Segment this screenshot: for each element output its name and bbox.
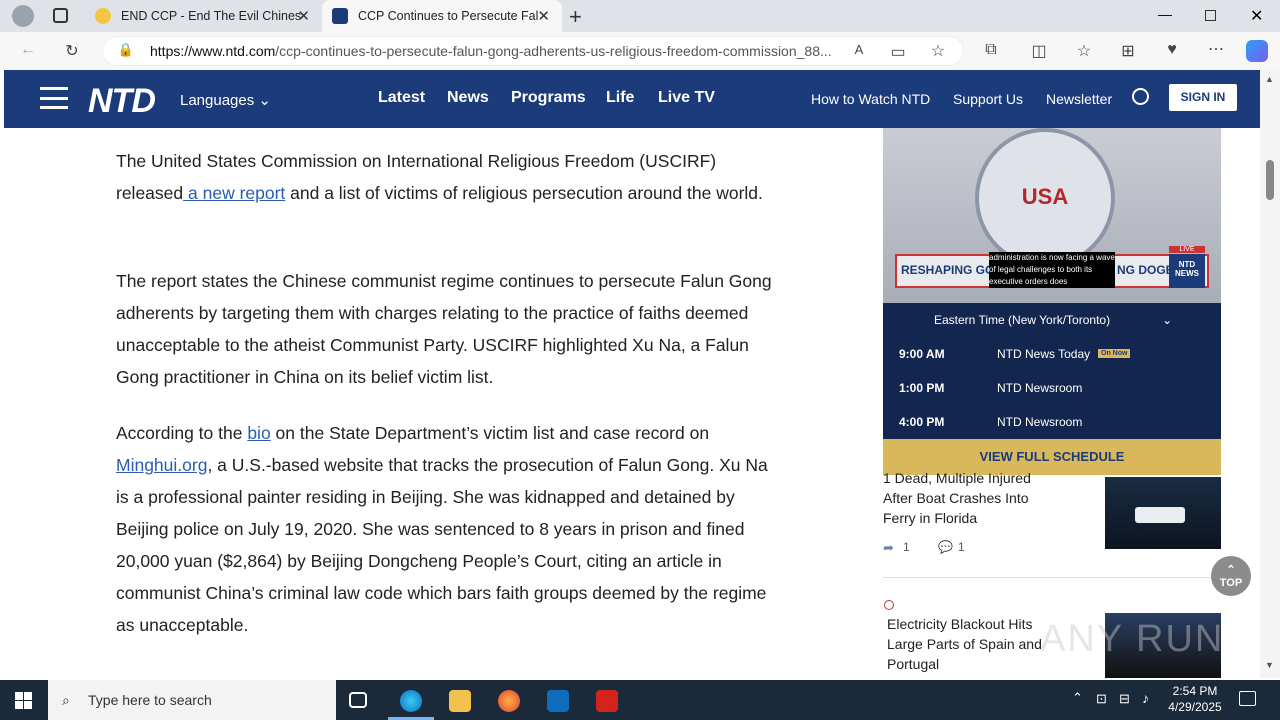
on-now-badge: On Now bbox=[1098, 349, 1131, 358]
share-count: 1 bbox=[903, 540, 910, 554]
windows-start-icon[interactable] bbox=[15, 692, 32, 709]
social-security-seal: USA bbox=[975, 128, 1115, 268]
wifi-icon[interactable]: ⊟ bbox=[1119, 691, 1130, 707]
story-title[interactable]: 1 Dead, Multiple Injured After Boat Cras… bbox=[883, 468, 1053, 528]
tab-title: CCP Continues to Persecute Falu bbox=[358, 9, 538, 23]
tab-title: END CCP - End The Evil Chinese bbox=[121, 9, 301, 23]
chevron-down-icon: ⌄ bbox=[258, 92, 271, 109]
extensions-icon[interactable]: ⧉ bbox=[979, 41, 1003, 59]
close-tab-icon[interactable]: ✕ bbox=[537, 7, 550, 25]
ntd-news-bug: NTD NEWS bbox=[1169, 254, 1205, 288]
divider bbox=[883, 577, 1221, 578]
schedule-show[interactable]: NTD Newsroom bbox=[997, 381, 1082, 395]
languages-menu[interactable]: Languages ⌄ bbox=[180, 91, 271, 109]
live-badge: LIVE bbox=[1169, 246, 1205, 253]
taskbar-search-input[interactable]: ⌕ Type here to search bbox=[48, 680, 336, 720]
live-video-player[interactable]: USA RESHAPING GOV administration is now … bbox=[883, 128, 1221, 303]
minghui-link[interactable]: Minghui.org bbox=[116, 455, 207, 475]
story-title[interactable]: Electricity Blackout Hits Large Parts of… bbox=[887, 614, 1052, 674]
search-icon[interactable] bbox=[1132, 88, 1149, 105]
article-paragraph: According to the bio on the State Depart… bbox=[116, 423, 768, 635]
collections-icon[interactable]: ⊞ bbox=[1116, 41, 1140, 61]
nav-news[interactable]: News bbox=[447, 89, 489, 107]
minimize-button[interactable]: — bbox=[1158, 6, 1172, 22]
caption-text: administration is now facing a wave of l… bbox=[989, 252, 1115, 288]
scroll-down-icon[interactable]: ▼ bbox=[1265, 660, 1274, 670]
favorites-icon[interactable]: ☆ bbox=[1072, 41, 1096, 61]
new-report-link[interactable]: a new report bbox=[183, 183, 285, 203]
schedule-show[interactable]: NTD News Today bbox=[997, 347, 1090, 361]
schedule-row: 1:00 PM bbox=[899, 381, 945, 395]
tab-endccp[interactable]: END CCP - End The Evil Chinese ✕ bbox=[85, 0, 322, 32]
split-screen-icon[interactable]: ◫ bbox=[1027, 41, 1051, 61]
tv-schedule: Eastern Time (New York/Toronto) ⌄ 9:00 AM… bbox=[883, 303, 1221, 439]
anyrun-watermark: ANY RUN bbox=[1040, 618, 1225, 660]
new-tab-button[interactable]: + bbox=[569, 4, 582, 30]
nav-support-us[interactable]: Support Us bbox=[953, 91, 1023, 107]
close-window-button[interactable]: ✕ bbox=[1250, 6, 1263, 26]
article-paragraph: The United States Commission on Internat… bbox=[116, 151, 763, 203]
share-icon[interactable]: ➦ bbox=[883, 540, 894, 556]
schedule-row: 4:00 PM bbox=[899, 415, 945, 429]
bio-link[interactable]: bio bbox=[247, 423, 270, 443]
back-icon[interactable]: ← bbox=[16, 41, 40, 59]
nav-newsletter[interactable]: Newsletter bbox=[1046, 91, 1112, 107]
immersive-reader-icon[interactable]: ▭ bbox=[886, 42, 910, 62]
notifications-icon[interactable] bbox=[1239, 691, 1256, 706]
acrobat-icon[interactable] bbox=[596, 690, 618, 712]
comment-count: 1 bbox=[958, 540, 965, 554]
ntd-favicon-icon bbox=[332, 8, 348, 24]
nav-programs[interactable]: Programs bbox=[511, 89, 586, 107]
favorite-star-icon[interactable]: ☆ bbox=[926, 41, 950, 61]
browser-tab-bar: END CCP - End The Evil Chinese ✕ CCP Con… bbox=[0, 0, 1280, 32]
nav-life[interactable]: Life bbox=[606, 89, 634, 107]
more-menu-icon[interactable]: ⋯ bbox=[1204, 39, 1228, 59]
nav-latest[interactable]: Latest bbox=[378, 89, 425, 107]
show-hidden-icons[interactable]: ⌃ bbox=[1072, 690, 1083, 706]
copilot-icon[interactable] bbox=[1246, 40, 1268, 62]
chevron-down-icon: ⌄ bbox=[1162, 313, 1173, 327]
refresh-icon[interactable]: ↻ bbox=[60, 41, 84, 61]
sign-in-button[interactable]: SIGN IN bbox=[1169, 84, 1237, 111]
timezone-select[interactable]: Eastern Time (New York/Toronto) ⌄ bbox=[934, 313, 1172, 327]
ntd-logo[interactable]: NTD bbox=[88, 82, 156, 121]
tab-actions-icon[interactable] bbox=[53, 8, 68, 23]
close-tab-icon[interactable]: ✕ bbox=[297, 7, 310, 25]
ticker-headline-right: NG DOGE bbox=[1117, 263, 1174, 277]
search-icon: ⌕ bbox=[62, 691, 70, 708]
site-header: NTD Languages ⌄ Latest News Programs Lif… bbox=[4, 70, 1260, 128]
page-scrollbar[interactable]: ▲ ▼ bbox=[1260, 70, 1280, 678]
edge-icon[interactable] bbox=[400, 690, 422, 712]
performance-icon[interactable]: ♥ bbox=[1160, 41, 1184, 59]
story-thumbnail[interactable] bbox=[1105, 477, 1221, 549]
play-icon bbox=[884, 600, 894, 610]
volume-icon[interactable]: ♪ bbox=[1142, 690, 1149, 706]
hamburger-menu-icon[interactable] bbox=[40, 87, 68, 109]
lock-icon: 🔒 bbox=[117, 42, 135, 57]
read-aloud-icon[interactable]: A bbox=[847, 42, 871, 57]
taskbar-clock[interactable]: 2:54 PM 4/29/2025 bbox=[1162, 683, 1228, 715]
restore-button[interactable] bbox=[1205, 10, 1216, 21]
nav-live-tv[interactable]: Live TV bbox=[658, 89, 715, 107]
nav-how-to-watch[interactable]: How to Watch NTD bbox=[811, 91, 930, 107]
url-text[interactable]: https://www.ntd.com/ccp-continues-to-per… bbox=[150, 43, 838, 59]
task-view-icon[interactable] bbox=[349, 692, 367, 708]
back-to-top-button[interactable]: ⌃ TOP bbox=[1211, 556, 1251, 596]
file-explorer-icon[interactable] bbox=[449, 690, 471, 712]
schedule-show[interactable]: NTD Newsroom bbox=[997, 415, 1082, 429]
profile-icon[interactable] bbox=[12, 5, 34, 27]
network-icon[interactable]: ⊡ bbox=[1096, 691, 1107, 707]
smiley-icon bbox=[95, 8, 111, 24]
schedule-row: 9:00 AM bbox=[899, 347, 945, 361]
webpage: NTD Languages ⌄ Latest News Programs Lif… bbox=[4, 70, 1260, 678]
firefox-icon[interactable] bbox=[498, 690, 520, 712]
tab-ntd[interactable]: CCP Continues to Persecute Falu ✕ bbox=[322, 0, 562, 32]
comment-icon[interactable]: 💬 bbox=[938, 540, 953, 554]
outlook-icon[interactable] bbox=[547, 690, 569, 712]
ticker-headline-left: RESHAPING GOV bbox=[901, 263, 1003, 277]
scrollbar-thumb[interactable] bbox=[1266, 160, 1274, 200]
scroll-up-icon[interactable]: ▲ bbox=[1265, 74, 1274, 84]
article-paragraph: The report states the Chinese communist … bbox=[116, 271, 772, 387]
